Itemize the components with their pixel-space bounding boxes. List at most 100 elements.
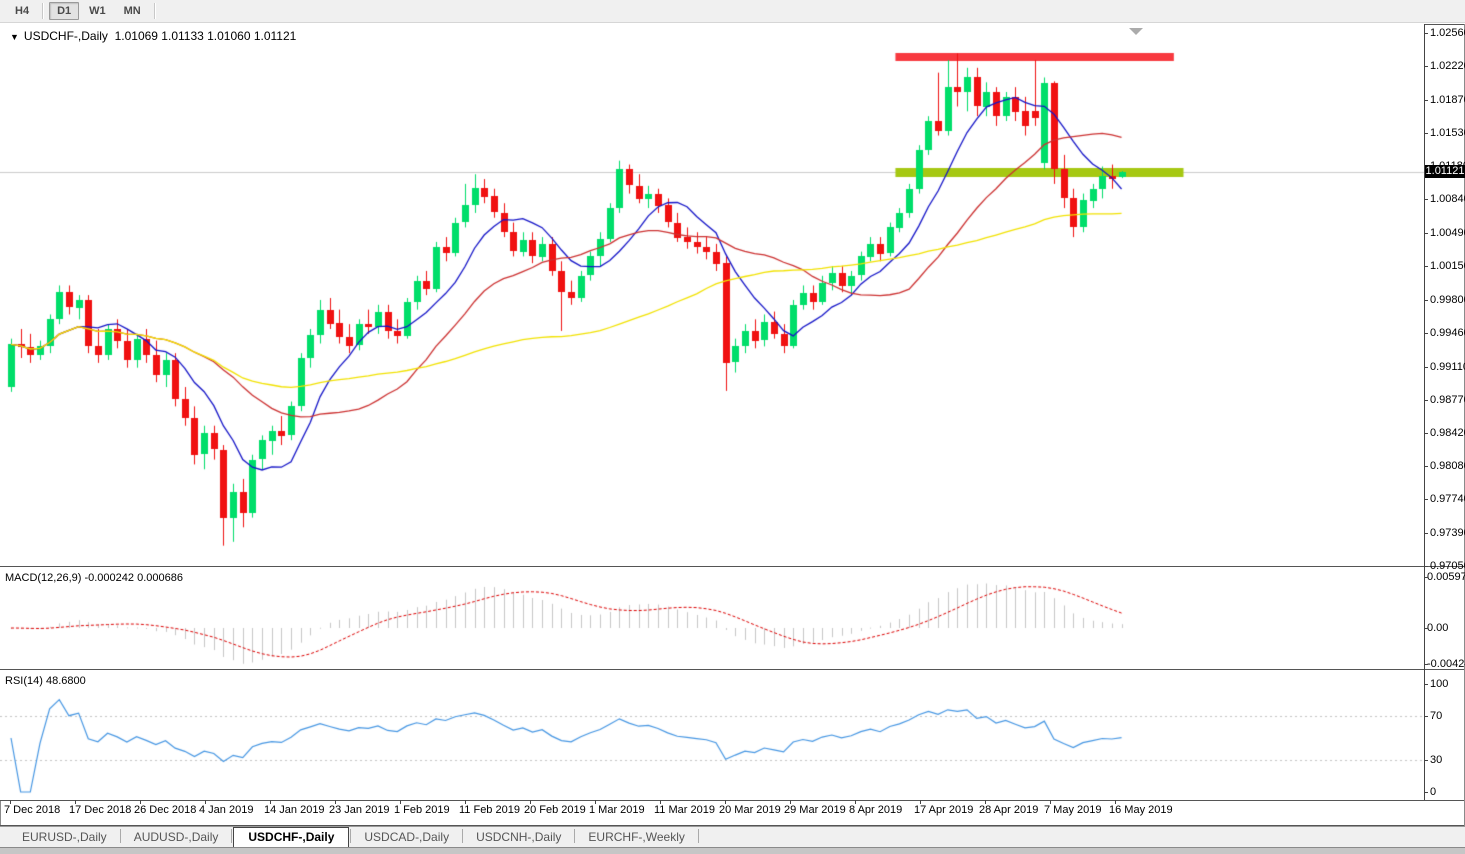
pane-separator[interactable] <box>0 669 1465 670</box>
axis-tick-mark <box>1424 533 1428 535</box>
date-tick-mark <box>205 800 206 804</box>
chart-shift-marker-icon[interactable] <box>1129 28 1143 35</box>
price-axis-label: 1.02220 <box>1430 59 1465 72</box>
price-axis-label: 0.98770 <box>1430 393 1465 406</box>
tab-divider <box>119 829 121 843</box>
tab-audusd-daily[interactable]: AUDUSD-,Daily <box>122 828 231 847</box>
tab-divider <box>697 829 699 843</box>
date-axis-label: 8 Apr 2019 <box>849 804 903 816</box>
date-tick-mark <box>10 800 11 804</box>
date-tick-mark <box>855 800 856 804</box>
rsi-axis-label: 70 <box>1430 710 1443 723</box>
date-axis-label: 4 Jan 2019 <box>199 804 254 816</box>
price-axis-label: 0.99460 <box>1430 326 1465 339</box>
price-axis-label: 0.98420 <box>1430 427 1465 440</box>
tab-eurusd-daily[interactable]: EURUSD-,Daily <box>10 828 119 847</box>
date-tick-mark <box>140 800 141 804</box>
tab-usdcad-daily[interactable]: USDCAD-,Daily <box>352 828 461 847</box>
date-tick-mark <box>270 800 271 804</box>
chart-ohlc-values: 1.01069 1.01133 1.01060 1.01121 <box>114 29 297 43</box>
price-axis-label: 0.99110 <box>1430 360 1465 373</box>
date-axis-label: 20 Feb 2019 <box>524 804 586 816</box>
date-axis-label: 29 Mar 2019 <box>784 804 846 816</box>
toolbar-separator <box>42 3 45 19</box>
price-axis-label: 0.98080 <box>1430 460 1465 473</box>
axis-tick-mark <box>1424 499 1428 501</box>
date-axis-label: 28 Apr 2019 <box>979 804 1039 816</box>
axis-tick-mark <box>1424 628 1428 629</box>
macd-axis-label: -0.004243 <box>1427 658 1465 671</box>
date-tick-mark <box>1050 800 1051 804</box>
date-axis-label: 17 Dec 2018 <box>69 804 132 816</box>
axis-tick-mark <box>1424 565 1428 567</box>
axis-tick-mark <box>1424 466 1428 468</box>
rsi-axis-label: 0 <box>1430 786 1437 798</box>
date-axis-label: 11 Mar 2019 <box>654 804 715 816</box>
axis-tick-mark <box>1424 266 1428 268</box>
date-tick-mark <box>920 800 921 804</box>
macd-axis-label: 0.00 <box>1427 622 1449 634</box>
date-axis-label: 16 May 2019 <box>1109 804 1173 816</box>
date-tick-mark <box>985 800 986 804</box>
chart-symbol-label: USDCHF-,Daily <box>23 29 108 43</box>
horizontal-scrollbar[interactable] <box>0 847 1465 854</box>
date-axis-label: 1 Mar 2019 <box>589 804 645 816</box>
price-axis-label: 1.00490 <box>1430 227 1465 240</box>
timeframe-button-h4[interactable]: H4 <box>7 2 37 20</box>
chart-tabbar: EURUSD-,Daily AUDUSD-,Daily USDCHF-,Daily U… <box>0 826 1465 848</box>
axis-tick-mark <box>1424 233 1428 235</box>
date-axis-label: 14 Jan 2019 <box>264 804 325 816</box>
chart-dropdown-arrow-icon[interactable]: ▼ <box>10 32 19 42</box>
date-tick-mark <box>1115 800 1116 804</box>
timeframe-button-d1[interactable]: D1 <box>49 2 80 20</box>
price-axis-label: 0.97390 <box>1430 527 1465 540</box>
macd-pane-canvas[interactable] <box>0 567 1424 670</box>
price-axis-label: 1.02560 <box>1430 27 1465 39</box>
axis-tick-mark <box>1424 99 1428 101</box>
timeframe-button-mn[interactable]: MN <box>116 2 149 20</box>
price-axis-label: 1.00840 <box>1430 193 1465 206</box>
date-axis-label: 7 Dec 2018 <box>4 804 61 816</box>
axis-tick-mark <box>1424 759 1428 761</box>
tab-eurchf-weekly[interactable]: EURCHF-,Weekly <box>576 828 696 847</box>
date-tick-mark <box>790 800 791 804</box>
date-tick-mark <box>530 800 531 804</box>
axis-tick-mark <box>1424 684 1428 685</box>
price-axis-label: 0.99800 <box>1430 293 1465 306</box>
price-pane-canvas[interactable] <box>0 24 1424 567</box>
tab-divider <box>350 829 352 843</box>
axis-tick-mark <box>1424 399 1428 401</box>
rsi-pane-canvas[interactable] <box>0 670 1424 800</box>
axis-tick-mark <box>1424 664 1428 666</box>
date-axis-label: 23 Jan 2019 <box>329 804 390 816</box>
date-axis-line <box>0 800 1465 801</box>
date-axis-label: 17 Apr 2019 <box>914 804 974 816</box>
axis-tick-mark <box>1424 132 1428 134</box>
axis-tick-mark <box>1424 792 1428 793</box>
price-axis-label: 0.97740 <box>1430 493 1465 506</box>
chart-title: ▼ USDCHF-,Daily 1.01069 1.01133 1.01060 1… <box>10 29 296 43</box>
date-tick-mark <box>465 800 466 804</box>
pane-separator[interactable] <box>0 566 1465 567</box>
axis-tick-mark <box>1424 716 1428 718</box>
tab-usdchf-daily[interactable]: USDCHF-,Daily <box>233 827 350 848</box>
axis-tick-mark <box>1424 33 1428 34</box>
timeframe-button-w1[interactable]: W1 <box>81 2 114 20</box>
rsi-axis-label: 30 <box>1430 753 1443 766</box>
price-axis-label: 1.00150 <box>1430 260 1465 273</box>
axis-tick-mark <box>1424 299 1428 301</box>
tab-divider <box>574 829 576 843</box>
timeframe-toolbar: H4 D1 W1 MN <box>0 0 1465 23</box>
axis-tick-mark <box>1424 576 1428 578</box>
date-axis-label: 11 Feb 2019 <box>459 804 520 816</box>
current-price-tag: 1.01121 <box>1425 165 1465 179</box>
tab-divider <box>462 829 464 843</box>
axis-tick-mark <box>1424 366 1428 368</box>
date-tick-mark <box>595 800 596 804</box>
macd-indicator-label: MACD(12,26,9) -0.000242 0.000686 <box>5 572 183 584</box>
tab-usdcnh-daily[interactable]: USDCNH-,Daily <box>464 828 573 847</box>
date-tick-mark <box>75 800 76 804</box>
date-tick-mark <box>335 800 336 804</box>
axis-tick-mark <box>1424 433 1428 435</box>
date-axis-label: 20 Mar 2019 <box>719 804 781 816</box>
